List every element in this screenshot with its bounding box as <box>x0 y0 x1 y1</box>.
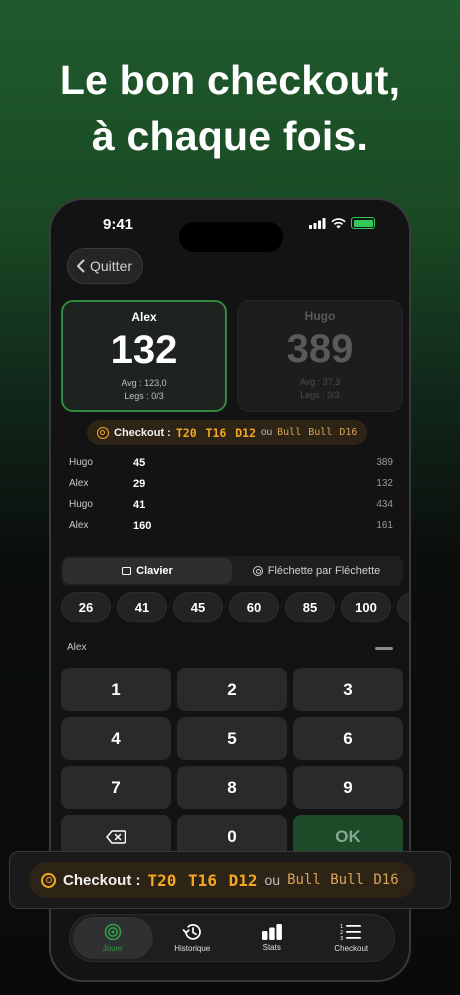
tab-jouer[interactable]: Jouer <box>73 917 153 959</box>
target-icon <box>41 872 56 888</box>
key-5[interactable]: 5 <box>177 717 287 760</box>
checkout-suggestion: Checkout : T20 T16 D12 ou Bull Bull D16 <box>87 420 368 445</box>
history-score: 45 <box>133 456 146 469</box>
tab-checkout[interactable]: 123 Checkout <box>312 917 392 959</box>
bottom-tab-bar: Jouer Historique Stats 123 Checkout <box>69 914 395 962</box>
history-row: Hugo 45 389 <box>69 452 393 473</box>
quick-score-row: 26 41 45 60 85 100 1 <box>61 592 409 624</box>
numeric-keypad: 1 2 3 4 5 6 7 8 9 0 OK <box>61 668 403 858</box>
status-time: 9:41 <box>103 216 134 233</box>
player-average: Avg : 37,3 <box>299 377 341 387</box>
tab-label: Fléchette par Fléchette <box>267 565 381 577</box>
status-bar: 9:41 <box>51 214 409 252</box>
status-icons <box>309 217 375 229</box>
dynamic-island <box>179 222 283 252</box>
player-card-alex[interactable]: Alex 132 Avg : 123,0 Legs : 0/3 <box>61 300 227 412</box>
history-score: 41 <box>133 498 146 511</box>
history-row: Hugo 41 434 <box>69 494 393 515</box>
checklist-icon: 123 <box>340 924 362 941</box>
player-score: 132 <box>110 328 178 372</box>
checkout-label: Checkout : <box>114 426 171 439</box>
checkout-label: Checkout : <box>63 871 141 889</box>
tab-label: Jouer <box>102 944 123 953</box>
history-row: Alex 160 161 <box>69 515 393 536</box>
tab-label: Clavier <box>136 565 173 577</box>
cellular-signal-icon <box>309 217 326 229</box>
target-icon <box>104 923 122 941</box>
target-icon <box>252 566 263 576</box>
key-7[interactable]: 7 <box>61 766 171 809</box>
quick-score-button[interactable]: 1 <box>397 592 409 622</box>
throw-history: Hugo 45 389 Alex 29 132 Hugo 41 434 Alex… <box>69 452 393 536</box>
current-player-label: Alex <box>67 642 87 653</box>
svg-text:3: 3 <box>340 936 343 941</box>
input-mode-segmented-control: Clavier Fléchette par Fléchette <box>61 556 403 586</box>
history-remaining: 434 <box>376 499 393 510</box>
player-score: 389 <box>286 327 354 371</box>
headline-line-2: à chaque fois. <box>91 113 369 159</box>
target-icon <box>97 426 109 439</box>
quit-label: Quitter <box>90 258 133 274</box>
tab-historique[interactable]: Historique <box>153 917 233 959</box>
score-input-placeholder <box>375 647 393 650</box>
wifi-icon <box>331 217 346 228</box>
delete-backward-icon <box>106 829 126 844</box>
checkout-suggestion-large: Checkout : T20 T16 D12 ou Bull Bull D16 <box>29 862 415 898</box>
history-icon <box>182 924 202 940</box>
history-remaining: 161 <box>376 520 393 531</box>
tab-label: Checkout <box>334 944 369 953</box>
key-2[interactable]: 2 <box>177 668 287 711</box>
history-player: Alex <box>69 520 89 531</box>
checkout-alt-route: Bull Bull D16 <box>277 427 358 438</box>
history-player: Hugo <box>69 457 93 468</box>
history-row: Alex 29 132 <box>69 473 393 494</box>
battery-icon <box>351 217 375 229</box>
headline: Le bon checkout, à chaque fois. <box>0 52 460 164</box>
quick-score-button[interactable]: 85 <box>285 592 335 622</box>
tab-stats[interactable]: Stats <box>232 917 312 959</box>
checkout-callout-banner: Checkout : T20 T16 D12 ou Bull Bull D16 <box>9 851 451 909</box>
quit-button[interactable]: Quitter <box>67 248 144 284</box>
checkout-alt-route: Bull Bull D16 <box>287 872 399 888</box>
player-average: Avg : 123,0 <box>121 378 167 388</box>
player-name: Hugo <box>304 309 336 323</box>
history-remaining: 132 <box>376 478 393 489</box>
headline-line-1: Le bon checkout, <box>59 57 401 103</box>
quick-score-button[interactable]: 60 <box>229 592 279 622</box>
tab-keyboard-mode[interactable]: Clavier <box>63 558 232 584</box>
key-1[interactable]: 1 <box>61 668 171 711</box>
checkout-main-route: T20 T16 D12 <box>147 870 258 890</box>
keyboard-icon <box>122 567 132 575</box>
quick-score-button[interactable]: 26 <box>61 592 111 622</box>
checkout-or: ou <box>264 872 281 888</box>
history-remaining: 389 <box>376 457 393 468</box>
player-legs: Legs : 0/3 <box>300 390 340 400</box>
tab-dart-by-dart-mode[interactable]: Fléchette par Fléchette <box>232 558 401 584</box>
player-legs: Legs : 0/3 <box>124 391 164 401</box>
key-8[interactable]: 8 <box>177 766 287 809</box>
history-player: Hugo <box>69 499 93 510</box>
tab-label: Stats <box>262 943 281 952</box>
key-9[interactable]: 9 <box>293 766 403 809</box>
player-name: Alex <box>131 310 157 324</box>
quick-score-button[interactable]: 45 <box>173 592 223 622</box>
checkout-main-route: T20 T16 D12 <box>175 425 257 440</box>
stats-icon <box>261 924 282 940</box>
key-4[interactable]: 4 <box>61 717 171 760</box>
key-6[interactable]: 6 <box>293 717 403 760</box>
history-score: 29 <box>133 477 146 490</box>
quick-score-button[interactable]: 41 <box>117 592 167 622</box>
history-score: 160 <box>133 519 152 532</box>
chevron-left-icon <box>77 259 85 273</box>
checkout-or: ou <box>261 427 273 438</box>
history-player: Alex <box>69 478 89 489</box>
key-3[interactable]: 3 <box>293 668 403 711</box>
tab-label: Historique <box>174 944 211 953</box>
player-card-hugo[interactable]: Hugo 389 Avg : 37,3 Legs : 0/3 <box>237 300 403 412</box>
quick-score-button[interactable]: 100 <box>341 592 391 622</box>
